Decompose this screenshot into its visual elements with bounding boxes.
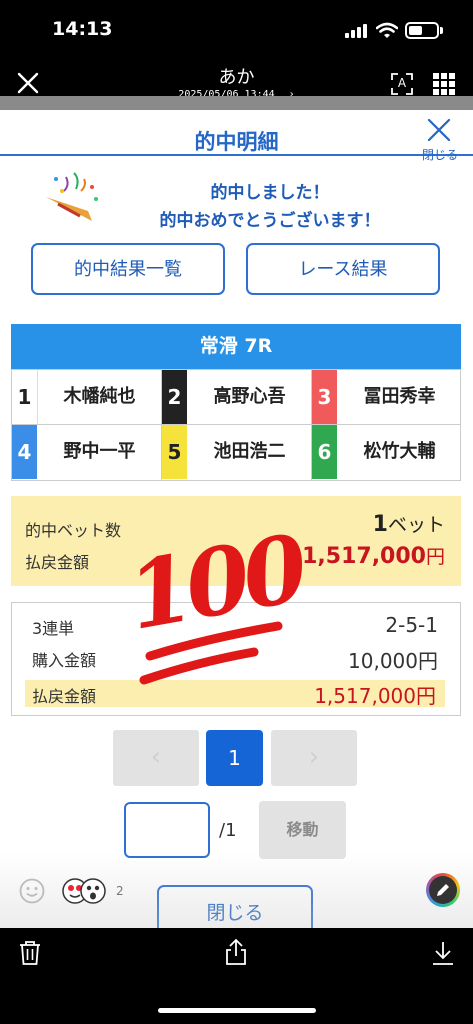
status-time: 14:13 [52, 18, 113, 40]
racer-name: 松竹大輔 [363, 441, 436, 462]
bet-count-value: 1ベット [373, 510, 445, 537]
grid-menu-icon[interactable] [432, 72, 456, 96]
lane-number: 1 [12, 370, 38, 424]
racer-name: 木幡純也 [63, 386, 136, 407]
close-icon[interactable] [425, 116, 453, 144]
move-button[interactable]: 移動 [259, 801, 346, 859]
smiley-icon[interactable] [19, 878, 45, 904]
lane-number: 6 [312, 425, 337, 479]
page-number-input[interactable] [124, 802, 210, 858]
bet-count-label: 的中ベット数 [25, 521, 122, 540]
chevron-left-icon: ‹ [150, 742, 162, 772]
race-name-header: 常滑 7R [11, 324, 461, 369]
battery-level [409, 26, 422, 35]
lane-number: 4 [12, 425, 37, 479]
page-total: /1 [219, 820, 237, 841]
hit-message-line1: 的中しました！ [210, 183, 330, 203]
detail-payout-value: 1,517,000円 [314, 684, 436, 708]
racer-cell: 4 野中一平 [12, 425, 162, 480]
reaction-emoji-icon [62, 878, 106, 904]
lane-number: 2 [162, 370, 187, 424]
current-page-button[interactable]: 1 [206, 730, 263, 786]
payout-label: 払戻金額 [25, 553, 90, 572]
reaction-stack[interactable]: 2 [62, 876, 132, 906]
share-icon[interactable] [224, 938, 248, 966]
status-bar: 14:13 [0, 0, 473, 60]
purchase-label: 購入金額 [32, 651, 97, 670]
prev-page-button[interactable]: ‹ [113, 730, 199, 786]
reaction-count: 2 [116, 884, 124, 898]
payout-unit: 円 [425, 546, 445, 568]
party-popper-icon [46, 172, 98, 221]
racer-grid: 1 木幡純也 2 高野心吾 3 冨田秀幸 4 野中一平 5 池田浩二 6 松竹大… [11, 369, 461, 481]
lane-number: 3 [312, 370, 337, 424]
home-indicator[interactable] [158, 1008, 316, 1013]
hit-message-line2: 的中おめでとうございます！ [159, 211, 381, 231]
close-label[interactable]: 閉じる [414, 146, 466, 163]
modal-header: 的中明細 閉じる [0, 110, 473, 162]
racer-name: 冨田秀幸 [363, 386, 436, 407]
detail-payout-label: 払戻金額 [32, 687, 97, 706]
racer-cell: 5 池田浩二 [162, 425, 312, 480]
edit-icon[interactable] [426, 873, 460, 907]
racer-cell: 2 高野心吾 [162, 370, 312, 425]
bet-combination: 2-5-1 [385, 613, 438, 637]
top-strip [0, 96, 473, 110]
race-result-button[interactable]: レース結果 [246, 243, 440, 295]
cellular-signal-icon [345, 24, 369, 38]
modal-title: 的中明細 [194, 130, 279, 154]
racer-name: 高野心吾 [213, 386, 286, 407]
racer-name: 池田浩二 [213, 441, 286, 462]
lane-number: 5 [162, 425, 187, 479]
sticker-underline [139, 621, 283, 685]
hit-detail-modal: 的中明細 閉じる 的中しました！ 的中おめでとうございます！ 的中結果一覧 レー… [0, 96, 473, 928]
racer-cell: 1 木幡純也 [12, 370, 162, 425]
racer-cell: 6 松竹大輔 [312, 425, 460, 480]
next-page-button[interactable]: › [271, 730, 357, 786]
payout-value: 1,517,000円 [302, 542, 445, 569]
chevron-right-icon: › [308, 742, 320, 772]
bet-count-unit: ベット [387, 514, 445, 536]
battery-tip [440, 27, 443, 34]
racer-cell: 3 冨田秀幸 [312, 370, 460, 425]
racer-name: 野中一平 [63, 441, 136, 462]
text-scan-label: A [397, 76, 407, 90]
trash-icon[interactable] [18, 940, 42, 966]
wifi-icon [376, 22, 398, 38]
purchase-value: 10,000円 [348, 649, 438, 673]
bet-count-number: 1 [372, 512, 388, 537]
text-scan-icon[interactable]: A [390, 72, 414, 96]
download-icon[interactable] [431, 940, 455, 966]
hundred-sticker: 100 [120, 514, 310, 696]
hit-list-button[interactable]: 的中結果一覧 [31, 243, 225, 295]
bet-type: 3連単 [32, 619, 75, 638]
close-button[interactable]: 閉じる [157, 885, 313, 928]
payout-number: 1,517,000 [302, 544, 426, 569]
